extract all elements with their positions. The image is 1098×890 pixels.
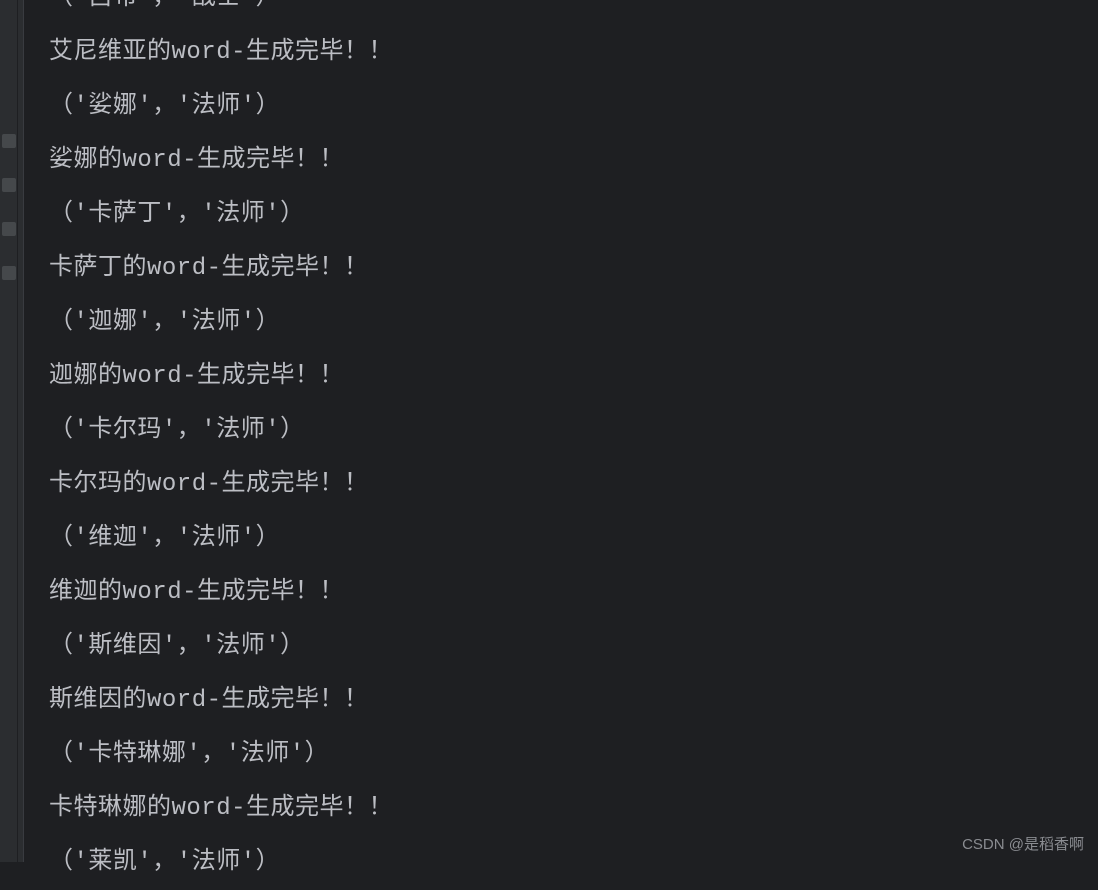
- console-line: 斯维因的word-生成完毕！！: [49, 674, 1098, 728]
- console-line: （'卡萨丁'，'法师'）: [49, 188, 1098, 242]
- console-line: （'吕布'，'战士'）: [49, 0, 1098, 26]
- console-line: （'迦娜'，'法师'）: [49, 296, 1098, 350]
- console-line: 卡特琳娜的word-生成完毕！！: [49, 782, 1098, 836]
- watermark-text: CSDN @是稻香啊: [962, 833, 1084, 854]
- console-line: 卡萨丁的word-生成完毕！！: [49, 242, 1098, 296]
- sidebar-tool-icon[interactable]: [2, 266, 16, 280]
- sidebar-tool-icon[interactable]: [2, 178, 16, 192]
- console-output[interactable]: （'吕布'，'战士'） 艾尼维亚的word-生成完毕！！ （'娑娜'，'法师'）…: [24, 0, 1098, 862]
- console-line: （'斯维因'，'法师'）: [49, 620, 1098, 674]
- console-line: （'维迦'，'法师'）: [49, 512, 1098, 566]
- console-line: 艾尼维亚的word-生成完毕！！: [49, 26, 1098, 80]
- sidebar-tool-icon[interactable]: [2, 222, 16, 236]
- console-line: （'莱凯'，'法师'）: [49, 836, 1098, 890]
- console-line: 维迦的word-生成完毕！！: [49, 566, 1098, 620]
- console-line: （'娑娜'，'法师'）: [49, 80, 1098, 134]
- console-line: （'卡特琳娜'，'法师'）: [49, 728, 1098, 782]
- console-line: （'卡尔玛'，'法师'）: [49, 404, 1098, 458]
- console-line: 迦娜的word-生成完毕！！: [49, 350, 1098, 404]
- console-line: 娑娜的word-生成完毕！！: [49, 134, 1098, 188]
- console-line: 卡尔玛的word-生成完毕！！: [49, 458, 1098, 512]
- sidebar-tool-icon[interactable]: [2, 134, 16, 148]
- tool-window-sidebar: [0, 0, 18, 862]
